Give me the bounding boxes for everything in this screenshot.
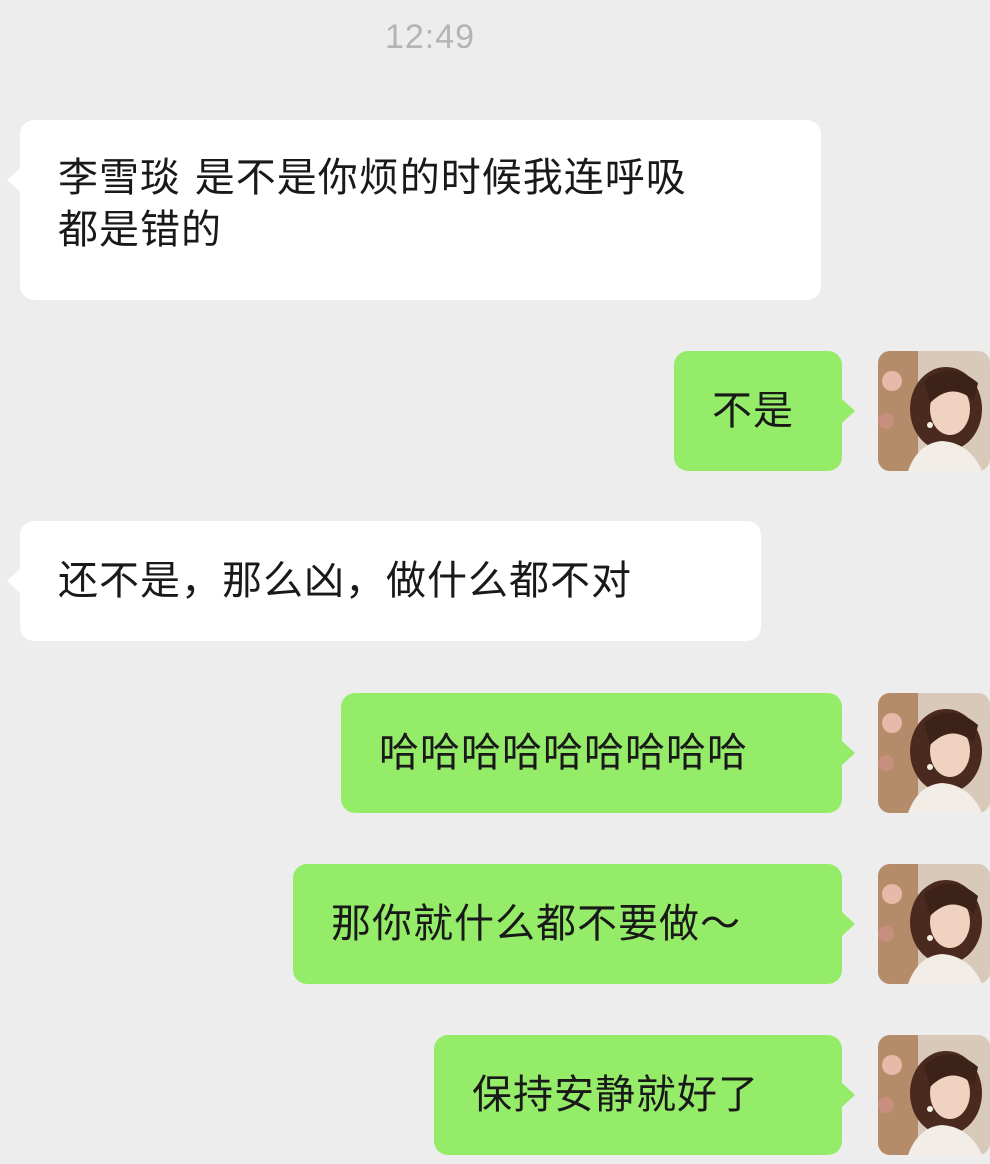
message-line: 都是错的 <box>58 207 222 253</box>
bubble-tail <box>842 912 855 936</box>
message-bubble[interactable]: 李雪琰 是不是你烦的时候我连呼吸 都是错的 <box>20 120 821 300</box>
message-bubble[interactable]: 那你就什么都不要做～ <box>293 864 842 984</box>
message-bubble[interactable]: 保持安静就好了 <box>434 1035 842 1155</box>
bubble-tail <box>842 741 855 765</box>
message-line: 保持安静就好了 <box>472 1072 759 1118</box>
timestamp: 12:49 <box>384 18 476 56</box>
message-line: 不是 <box>712 388 794 434</box>
avatar[interactable] <box>878 351 990 471</box>
avatar-woman-icon <box>878 864 990 984</box>
avatar-woman-icon <box>878 693 990 813</box>
bubble-tail <box>7 569 20 593</box>
message-line: 李雪琰 是不是你烦的时候我连呼吸 <box>58 155 687 201</box>
bubble-tail <box>7 168 20 192</box>
message-bubble[interactable]: 不是 <box>674 351 842 471</box>
avatar[interactable] <box>878 1035 990 1155</box>
message-bubble[interactable]: 哈哈哈哈哈哈哈哈哈 <box>341 693 842 813</box>
bubble-tail <box>842 1083 855 1107</box>
message-line: 哈哈哈哈哈哈哈哈哈 <box>379 730 748 776</box>
message-line: 那你就什么都不要做～ <box>331 901 741 947</box>
avatar[interactable] <box>878 864 990 984</box>
avatar[interactable] <box>878 693 990 813</box>
avatar-woman-icon <box>878 351 990 471</box>
avatar-woman-icon <box>878 1035 990 1155</box>
message-bubble[interactable]: 还不是，那么凶，做什么都不对 <box>20 521 761 641</box>
bubble-tail <box>842 399 855 423</box>
message-line: 还不是，那么凶，做什么都不对 <box>58 558 632 604</box>
